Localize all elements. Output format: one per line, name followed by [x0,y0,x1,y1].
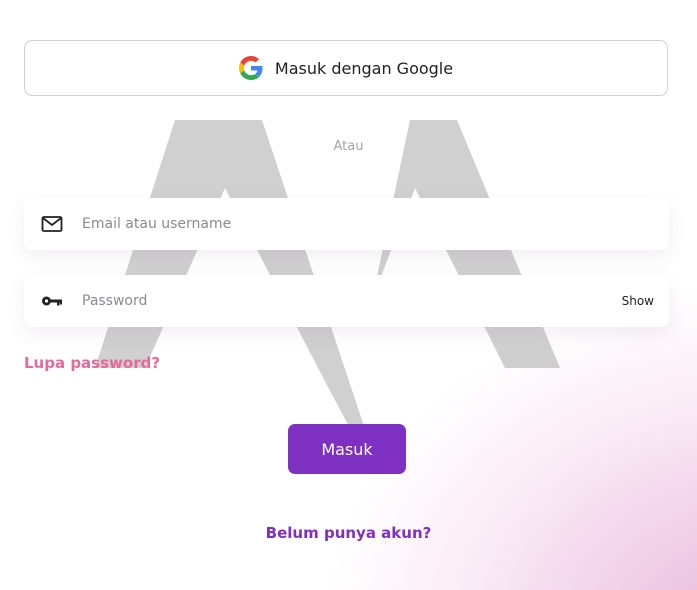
signup-link[interactable]: Belum punya akun? [0,524,697,542]
google-sign-in-label: Masuk dengan Google [274,58,454,78]
key-icon [42,296,62,306]
forgot-password-link[interactable]: Lupa password? [24,354,160,372]
login-button[interactable]: Masuk [288,424,406,474]
google-sign-in-button[interactable]: Masuk dengan Google [24,40,668,96]
email-input[interactable] [80,197,669,251]
show-password-toggle[interactable]: Show [622,294,654,308]
google-icon [238,56,263,80]
email-field[interactable] [24,197,669,251]
password-field[interactable]: Show [24,274,669,328]
password-input[interactable] [80,274,622,328]
divider-text: Atau [333,139,364,154]
mail-icon [41,216,63,232]
